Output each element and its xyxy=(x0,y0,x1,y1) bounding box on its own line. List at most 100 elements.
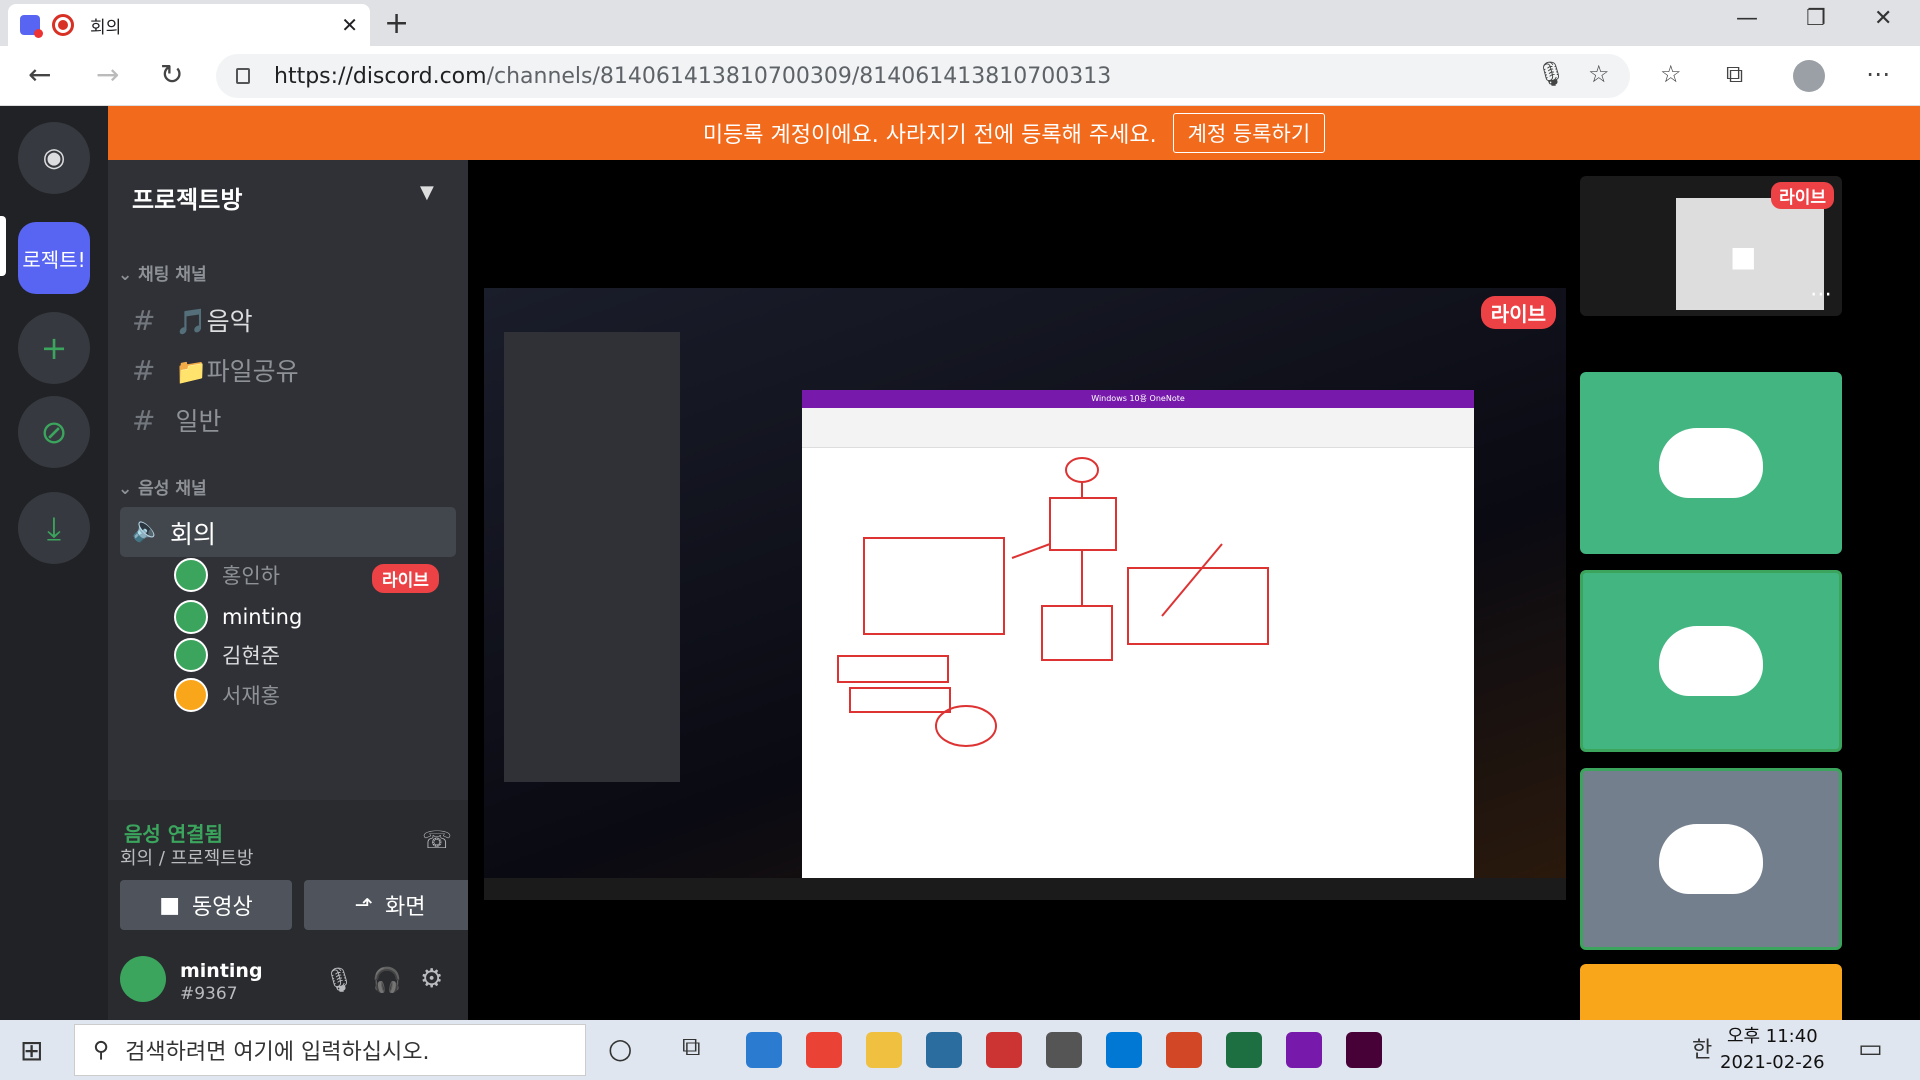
voice-user[interactable]: 홍인하 xyxy=(174,558,280,592)
chevron-down-icon[interactable]: ▼ xyxy=(420,182,434,203)
url-field[interactable]: https://discord.com/channels/81406141381… xyxy=(216,54,1630,98)
powerpoint-icon[interactable] xyxy=(1166,1032,1202,1068)
microphone-icon[interactable]: 🎙 xyxy=(324,966,354,994)
avatar xyxy=(174,638,208,672)
user-avatar[interactable] xyxy=(120,956,166,1002)
excel-icon[interactable] xyxy=(1226,1032,1262,1068)
voice-user[interactable]: 김현준 xyxy=(174,638,280,672)
stream-live-badge: 라이브 xyxy=(1480,296,1556,329)
server-icon-label: 로젝트! xyxy=(22,247,86,272)
taskbar-search[interactable]: ⚲ 검색하려면 여기에 입력하십시오. xyxy=(74,1024,586,1076)
download-icon[interactable]: ⤓ xyxy=(18,492,90,564)
close-window-button[interactable]: ✕ xyxy=(1874,6,1892,31)
voice-user[interactable]: 서재홍 xyxy=(174,678,280,712)
restore-button[interactable]: ❐ xyxy=(1806,6,1826,31)
voice-connected-status[interactable]: 음성 연결됨 xyxy=(124,818,223,847)
lock-icon xyxy=(236,68,250,84)
explore-compass-icon[interactable]: ⊘ xyxy=(18,396,90,468)
server-name[interactable]: 프로젝트방 xyxy=(132,180,242,215)
participant-tile[interactable] xyxy=(1580,372,1842,554)
shared-onenote-window: Windows 10용 OneNote xyxy=(802,390,1474,882)
new-tab-button[interactable]: + xyxy=(384,6,409,41)
preview-live-badge: 라이브 xyxy=(1771,182,1834,209)
avatar xyxy=(174,678,208,712)
back-arrow-icon[interactable]: ← xyxy=(28,58,51,91)
hash-icon: # xyxy=(132,353,156,387)
forward-arrow-icon[interactable]: → xyxy=(96,58,119,91)
screen-share-stream[interactable]: 라이브 Windows 10용 OneNote xyxy=(484,288,1566,900)
avatar xyxy=(174,600,208,634)
disconnect-icon[interactable]: ☏ xyxy=(422,826,452,854)
favorites-icon[interactable]: ☆ xyxy=(1660,60,1682,88)
voice-user[interactable]: minting xyxy=(174,600,302,634)
stream-stage: 라이브 Windows 10용 OneNote 라이브 ■ ⋯ xyxy=(468,160,1920,1020)
stream-preview-tile[interactable]: 라이브 ■ ⋯ xyxy=(1580,176,1842,316)
notification-icon[interactable]: ▭ xyxy=(1858,1034,1883,1064)
tab-title: 회의 xyxy=(90,17,122,38)
add-favorite-icon[interactable]: ☆ xyxy=(1588,60,1610,88)
gear-app-icon[interactable] xyxy=(1046,1032,1082,1068)
windows-taskbar: ⊞ ⚲ 검색하려면 여기에 입력하십시오. ○ ⧉ 한 오후 11:40 2021-… xyxy=(0,1020,1920,1080)
video-button[interactable]: ■ 동영상 xyxy=(120,880,292,930)
collections-icon[interactable]: ⧉ xyxy=(1726,60,1743,88)
more-icon[interactable]: ⋯ xyxy=(1810,282,1832,307)
microphone-icon[interactable]: 🎙 xyxy=(1536,60,1566,88)
windows-start-icon[interactable]: ⊞ xyxy=(20,1034,43,1067)
adobe-xd-icon[interactable] xyxy=(1346,1032,1382,1068)
voice-channel-meeting[interactable]: 🔈 회의 xyxy=(120,507,456,557)
unclaimed-account-banner: 미등록 계정이에요. 사라지기 전에 등록해 주세요. 계정 등록하기 xyxy=(108,106,1920,160)
discord-home-icon[interactable]: ◉ xyxy=(18,122,90,194)
add-server-icon[interactable]: + xyxy=(18,312,90,384)
text-category[interactable]: ⌄ 채팅 채널 xyxy=(118,260,207,285)
file-explorer-icon[interactable] xyxy=(866,1032,902,1068)
headphones-icon[interactable]: 🎧 xyxy=(372,966,402,994)
recording-icon xyxy=(52,14,74,36)
app-icon[interactable] xyxy=(926,1032,962,1068)
voice-category[interactable]: ⌄ 음성 채널 xyxy=(118,474,207,499)
channel-files[interactable]: # 📁파일공유 xyxy=(132,352,299,388)
edge-icon[interactable] xyxy=(746,1032,782,1068)
participant-tile[interactable] xyxy=(1580,768,1842,950)
server-list: ◉ 로젝트! + ⊘ ⤓ xyxy=(0,106,108,1020)
browser-tab-bar: 회의 ✕ + — ❐ ✕ xyxy=(0,0,1920,46)
participant-tile[interactable] xyxy=(1580,570,1842,752)
gear-icon[interactable]: ⚙ xyxy=(420,964,443,994)
server-icon-project[interactable]: 로젝트! xyxy=(18,222,90,294)
discord-favicon-icon xyxy=(20,15,43,38)
reload-icon[interactable]: ↻ xyxy=(160,58,183,91)
live-badge: 라이브 xyxy=(372,564,439,593)
vscode-icon[interactable] xyxy=(1106,1032,1142,1068)
camera-icon: ■ xyxy=(1730,240,1757,273)
ime-indicator[interactable]: 한 xyxy=(1692,1032,1712,1064)
minimize-button[interactable]: — xyxy=(1736,6,1758,31)
banner-text: 미등록 계정이에요. 사라지기 전에 등록해 주세요. xyxy=(702,123,1157,148)
url-path: /channels/814061413810700309/81406141381… xyxy=(486,63,1112,89)
register-account-button[interactable]: 계정 등록하기 xyxy=(1172,113,1326,153)
chrome-icon[interactable] xyxy=(806,1032,842,1068)
participant-tile[interactable] xyxy=(1580,964,1842,1020)
hash-icon: # xyxy=(132,403,156,437)
address-bar-row: ← → ↻ https://discord.com/channels/81406… xyxy=(0,46,1920,106)
browser-tab[interactable]: 회의 ✕ xyxy=(8,4,370,46)
speaker-icon: 🔈 xyxy=(132,515,162,543)
system-clock[interactable]: 오후 11:40 2021-02-26 xyxy=(1720,1024,1825,1076)
selected-server-indicator xyxy=(0,216,6,276)
screen-share-button[interactable]: ⬏ 화면 xyxy=(304,880,476,930)
channel-music[interactable]: # 🎵음악 xyxy=(132,302,253,338)
screen-share-icon: ⬏ xyxy=(354,892,373,918)
tab-close-icon[interactable]: ✕ xyxy=(341,13,358,37)
onenote-icon[interactable] xyxy=(1286,1032,1322,1068)
app-icon[interactable] xyxy=(986,1032,1022,1068)
shared-taskbar xyxy=(484,878,1566,900)
task-view-icon[interactable]: ⧉ xyxy=(682,1032,701,1063)
voice-connected-channel: 회의 / 프로젝트방 xyxy=(120,848,254,869)
avatar xyxy=(174,558,208,592)
more-menu-icon[interactable]: ⋯ xyxy=(1866,60,1890,88)
cortana-icon[interactable]: ○ xyxy=(608,1032,632,1065)
discord-logo-icon xyxy=(1659,824,1763,894)
voice-channel-label: 회의 xyxy=(170,520,217,549)
shared-discord-window xyxy=(504,332,680,782)
username: minting xyxy=(180,960,263,982)
profile-avatar[interactable] xyxy=(1793,60,1825,92)
channel-general[interactable]: # 일반 xyxy=(132,402,221,438)
